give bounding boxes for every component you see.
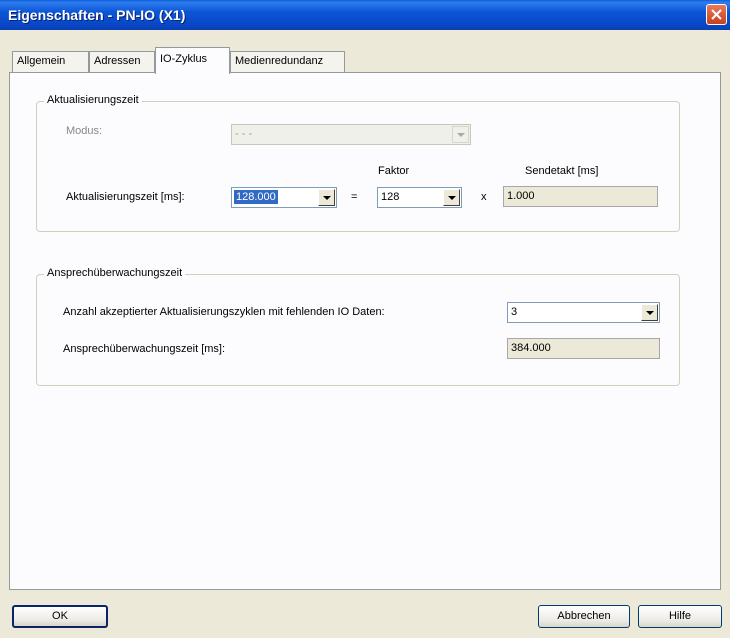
tab-panel: Aktualisierungszeit Modus: - - - Faktor …	[9, 72, 721, 590]
aktualisierungszeit-value: 128.000	[234, 190, 278, 204]
zyklen-select[interactable]: 3	[507, 302, 660, 323]
tab-adressen[interactable]: Adressen	[89, 51, 155, 72]
modus-select: - - -	[231, 124, 471, 145]
close-button[interactable]	[706, 4, 727, 25]
modus-value: - - -	[235, 128, 253, 140]
tab-allgemein[interactable]: Allgemein	[12, 51, 89, 72]
close-icon	[711, 9, 722, 20]
group-aktualisierungszeit: Aktualisierungszeit Modus: - - - Faktor …	[36, 94, 680, 232]
tab-medienredundanz[interactable]: Medienredundanz	[230, 51, 345, 72]
equals-sign: =	[351, 191, 358, 203]
cancel-button[interactable]: Abbrechen	[538, 605, 630, 628]
group-title: Aktualisierungszeit	[44, 94, 142, 106]
tab-label: IO-Zyklus	[160, 53, 208, 65]
chevron-down-icon[interactable]	[318, 189, 335, 206]
tab-label: Allgemein	[17, 55, 66, 67]
aktualisierungszeit-select[interactable]: 128.000	[231, 187, 337, 208]
times-sign: x	[481, 191, 487, 203]
zyklen-label: Anzahl akzeptierter Aktualisierungszykle…	[63, 306, 385, 318]
tab-io-zyklus[interactable]: IO-Zyklus	[155, 47, 230, 74]
help-button[interactable]: Hilfe	[638, 605, 722, 628]
ansprechzeit-value: 384.000	[511, 342, 551, 354]
faktor-header: Faktor	[378, 165, 410, 177]
chevron-down-icon	[452, 126, 469, 143]
chevron-down-icon[interactable]	[641, 304, 658, 321]
sendetakt-value: 1.000	[507, 190, 535, 202]
ok-button[interactable]: OK	[12, 605, 108, 628]
tab-label: Adressen	[94, 55, 141, 67]
ansprechzeit-label: Ansprechüberwachungszeit [ms]:	[63, 343, 226, 355]
zyklen-value: 3	[511, 306, 518, 318]
aktualisierungszeit-label: Aktualisierungszeit [ms]:	[66, 191, 185, 203]
tab-label: Medienredundanz	[235, 55, 324, 67]
faktor-select[interactable]: 128	[377, 187, 462, 208]
ansprechzeit-field: 384.000	[507, 338, 660, 359]
chevron-down-icon[interactable]	[443, 189, 460, 206]
title-bar: Eigenschaften - PN-IO (X1)	[0, 0, 730, 30]
faktor-value: 128	[381, 191, 400, 203]
modus-label: Modus:	[66, 125, 103, 137]
sendetakt-field: 1.000	[503, 186, 658, 207]
group-title: Ansprechüberwachungszeit	[44, 267, 186, 279]
sendetakt-header: Sendetakt [ms]	[525, 165, 599, 177]
window-title: Eigenschaften - PN-IO (X1)	[8, 7, 186, 23]
group-ansprechueberwachungszeit: Ansprechüberwachungszeit Anzahl akzeptie…	[36, 267, 680, 386]
